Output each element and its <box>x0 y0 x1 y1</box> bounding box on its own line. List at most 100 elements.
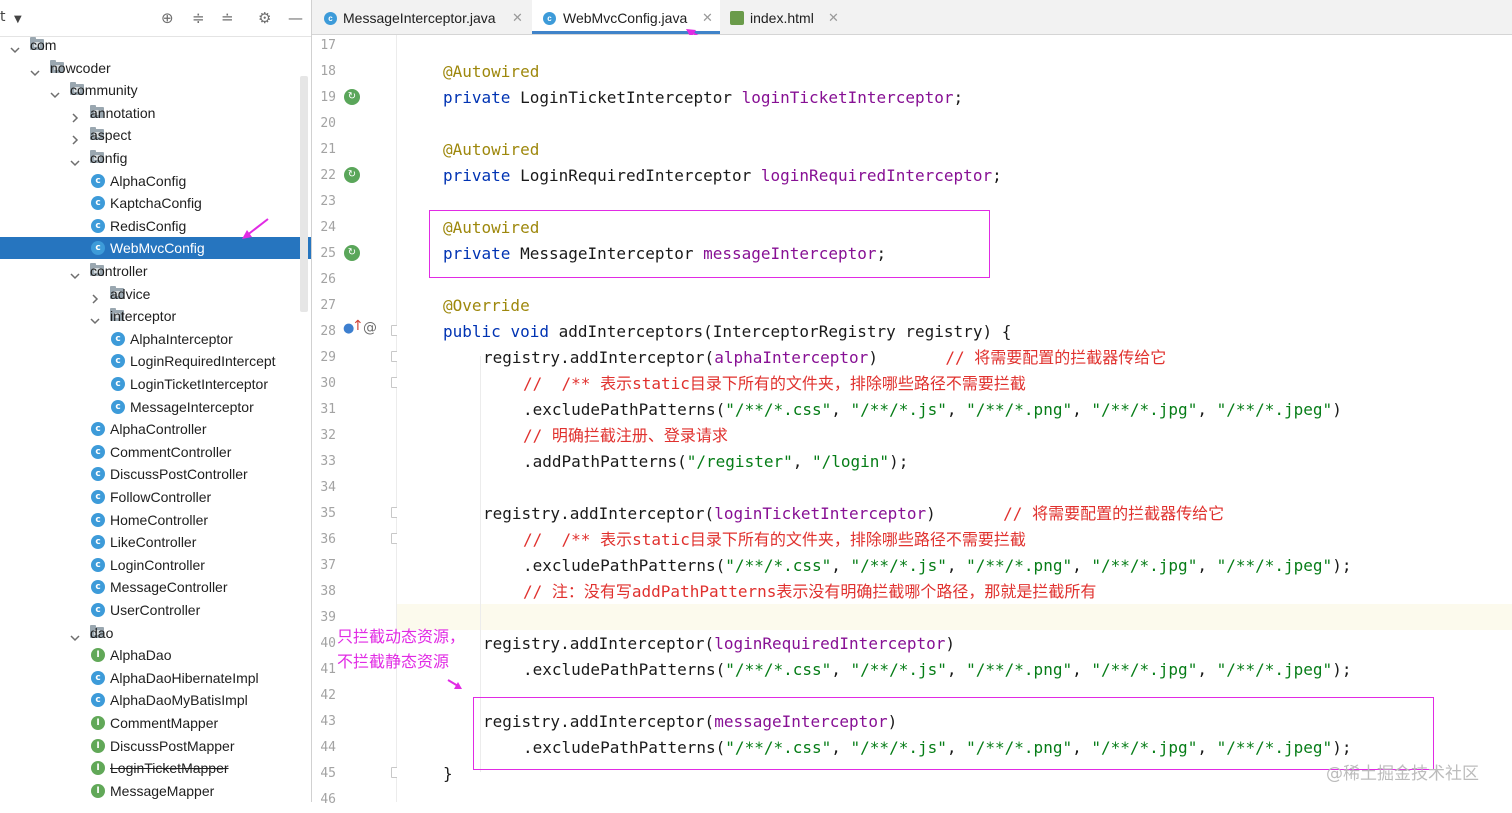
tree-item-followcontroller[interactable]: c FollowController <box>0 486 311 508</box>
line-number: 37 <box>320 558 336 573</box>
minimize-icon[interactable]: — <box>288 9 303 27</box>
chevron-down-icon[interactable] <box>70 153 80 167</box>
code-token: private <box>443 88 511 107</box>
annotation-note-line2: 不拦截静态资源 <box>337 652 450 671</box>
line-number: 28 <box>320 324 336 339</box>
tree-item-advice[interactable]: advice <box>0 283 311 305</box>
code-token: ) <box>926 504 1004 523</box>
code-token: } <box>443 764 453 783</box>
chevron-down-icon[interactable] <box>30 63 40 76</box>
tree-item-loginrequiredintercept[interactable]: c LoginRequiredIntercept <box>0 350 311 372</box>
code-line: // /** 表示static目录下所有的文件夹，排除哪些路径不需要拦截 <box>523 371 1026 397</box>
locate-icon[interactable]: ⊕ <box>161 9 174 27</box>
tree-item-alphainterceptor[interactable]: c AlphaInterceptor <box>0 328 311 350</box>
tree-item-alphadao[interactable]: I AlphaDao <box>0 644 311 666</box>
tree-item-com[interactable]: com <box>0 34 311 56</box>
bean-injection-icon[interactable]: ↻ <box>344 245 360 261</box>
line-number: 23 <box>320 194 336 209</box>
code-token: ); <box>1332 660 1352 679</box>
tree-item-loginticketinterceptor[interactable]: c LoginTicketInterceptor <box>0 373 311 395</box>
chevron-right-icon[interactable] <box>70 130 80 145</box>
project-view-dropdown-text[interactable]: t <box>0 8 6 26</box>
collapse-all-icon[interactable]: ≐ <box>221 9 234 27</box>
chevron-right-icon[interactable] <box>70 108 80 123</box>
tree-item-loginticketmapper[interactable]: I LoginTicketMapper <box>0 757 311 779</box>
expand-all-icon[interactable]: ≑ <box>192 9 205 27</box>
tree-item-aspect[interactable]: aspect <box>0 124 311 146</box>
tree-item-label: MessageController <box>110 579 228 596</box>
code-token: , <box>831 660 851 679</box>
chevron-down-icon[interactable] <box>90 311 100 325</box>
tab-message-interceptor[interactable]: c MessageInterceptor.java ✕ <box>312 0 531 34</box>
close-icon[interactable]: ✕ <box>512 0 523 36</box>
chevron-down-icon[interactable] <box>50 85 60 99</box>
tree-item-usercontroller[interactable]: c UserController <box>0 599 311 621</box>
tab-index-html[interactable]: index.html ✕ <box>722 0 850 34</box>
code-editor[interactable]: @Autowired private LoginTicketInterceptor… <box>397 35 1512 802</box>
tree-item-alphacontroller[interactable]: c AlphaController <box>0 418 311 440</box>
tree-item-controller[interactable]: controller <box>0 260 311 282</box>
tree-item-label: LikeController <box>110 534 197 551</box>
annotation-at-icon[interactable]: @ <box>363 320 377 336</box>
tree-item-community[interactable]: community <box>0 79 311 101</box>
tree-item-nowcoder[interactable]: nowcoder <box>0 57 311 79</box>
tree-item-commentmapper[interactable]: I CommentMapper <box>0 712 311 734</box>
java-class-icon: c <box>111 377 125 391</box>
tree-item-alphadaohibernateimpl[interactable]: c AlphaDaoHibernateImpl <box>0 667 311 689</box>
code-token: "/**/*.js" <box>850 400 947 419</box>
tree-item-interceptor[interactable]: interceptor <box>0 305 311 327</box>
bean-injection-icon[interactable]: ↻ <box>344 167 360 183</box>
tree-item-discusspostcontroller[interactable]: c DiscussPostController <box>0 463 311 485</box>
code-token: loginTicketInterceptor <box>741 88 954 107</box>
code-line: @Override <box>443 293 530 319</box>
code-token: "/login" <box>812 452 890 471</box>
bean-injection-icon[interactable]: ↻ <box>344 89 360 105</box>
view-dropdown-arrow-icon[interactable]: ▼ <box>14 11 22 29</box>
close-icon[interactable]: ✕ <box>828 0 839 36</box>
gear-icon[interactable]: ⚙ <box>258 9 271 27</box>
tree-item-label: LoginTicketMapper <box>110 760 229 777</box>
code-token: // 将需要配置的拦截器传给它 <box>945 348 1167 367</box>
java-class-icon: c <box>91 218 105 233</box>
tree-item-dao[interactable]: dao <box>0 622 311 644</box>
java-class-icon: c <box>111 331 125 346</box>
tree-item-label: com <box>30 37 57 53</box>
code-line: .excludePathPatterns("/**/*.css", "/**/*… <box>523 657 1351 683</box>
tree-item-alphaconfig[interactable]: c AlphaConfig <box>0 170 311 192</box>
code-token: "/**/*.png" <box>966 556 1073 575</box>
tree-item-annotation[interactable]: annotation <box>0 102 311 124</box>
tree-item-likecontroller[interactable]: c LikeController <box>0 531 311 553</box>
line-number: 24 <box>320 220 336 235</box>
chevron-down-icon[interactable] <box>10 40 20 54</box>
tree-item-label: MessageInterceptor <box>130 398 254 415</box>
tree-item-alphadaomybatisimpl[interactable]: c AlphaDaoMyBatisImpl <box>0 689 311 711</box>
chevron-down-icon[interactable] <box>70 628 80 641</box>
code-token: registry.addInterceptor( <box>483 504 715 523</box>
tree-item-logincontroller[interactable]: c LoginController <box>0 554 311 576</box>
chevron-right-icon[interactable] <box>90 289 100 304</box>
code-token: loginTicketInterceptor <box>714 504 927 523</box>
tree-item-commentcontroller[interactable]: c CommentController <box>0 441 311 463</box>
chevron-down-icon[interactable] <box>70 266 80 280</box>
java-class-icon: c <box>91 467 105 482</box>
annotation-arrow-note <box>447 679 462 689</box>
tree-item-messageinterceptor[interactable]: c MessageInterceptor <box>0 396 311 418</box>
code-line: // 注：没有写addPathPatterns表示没有明确拦截哪个路径，那就是拦… <box>523 579 1096 605</box>
tree-item-messagecontroller[interactable]: c MessageController <box>0 576 311 598</box>
tree-item-discusspostmapper[interactable]: I DiscussPostMapper <box>0 735 311 757</box>
implements-arrow-icon[interactable]: ↑ <box>352 318 364 334</box>
tree-item-homecontroller[interactable]: c HomeController <box>0 509 311 531</box>
tree-item-config[interactable]: config <box>0 147 311 169</box>
tree-item-messagemapper[interactable]: I MessageMapper <box>0 780 311 802</box>
code-line: private LoginRequiredInterceptor loginRe… <box>443 163 1002 189</box>
tree-scrollbar[interactable] <box>300 76 308 312</box>
tab-label: WebMvcConfig.java <box>563 10 688 26</box>
java-class-icon: c <box>91 535 105 550</box>
current-line-highlight <box>397 604 1512 630</box>
code-line: @Autowired <box>443 137 539 163</box>
code-token: registry.addInterceptor( <box>483 634 715 653</box>
tree-item-kaptchaconfig[interactable]: c KaptchaConfig <box>0 192 311 214</box>
java-interface-icon: I <box>91 783 105 798</box>
code-token: , <box>1072 400 1092 419</box>
